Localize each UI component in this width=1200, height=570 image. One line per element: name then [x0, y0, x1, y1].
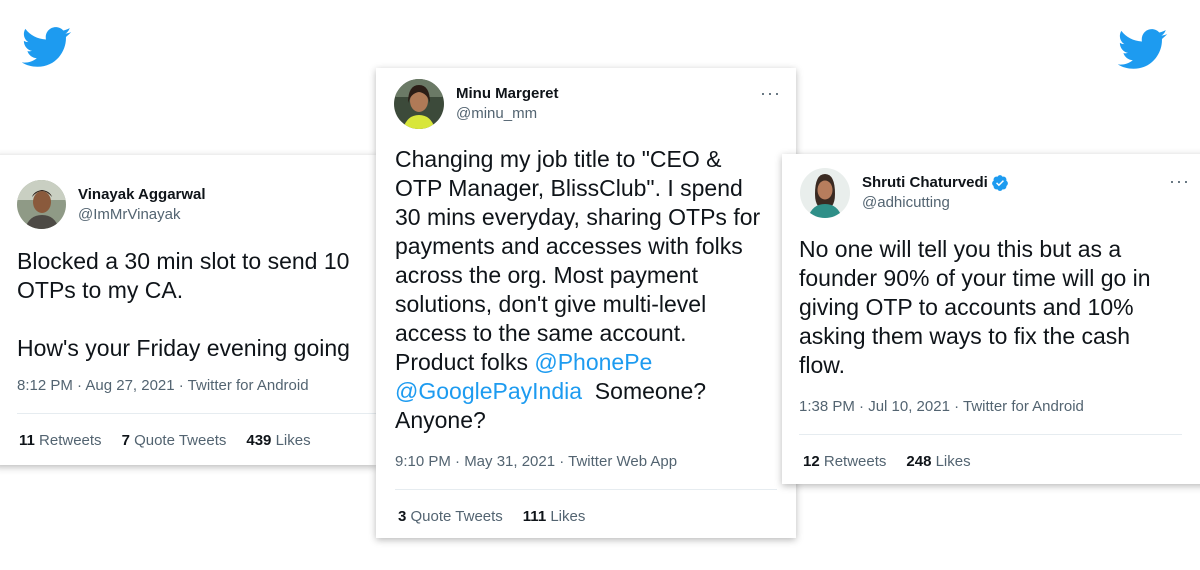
avatar[interactable] [394, 79, 444, 129]
likes-stat[interactable]: 439 Likes [246, 431, 310, 451]
tweet-timestamp[interactable]: 8:12 PM · Aug 27, 2021 · Twitter for And… [17, 376, 309, 396]
tweet-text-line: Anyone? [395, 407, 486, 433]
avatar[interactable] [17, 180, 66, 229]
tweet-card-vinayak[interactable]: Vinayak Aggarwal @ImMrVinayak Blocked a … [0, 155, 377, 465]
quote-tweets-count: 7 [121, 432, 130, 449]
tweet-author: Shruti Chaturvedi @adhicutting [800, 168, 1009, 218]
tweet-text-fragment: Someone? [582, 378, 707, 404]
more-options-icon[interactable]: ··· [760, 84, 781, 102]
tweet-text-line: 30 mins everyday, sharing OTPs for [395, 204, 761, 230]
tweet-timestamp[interactable]: 9:10 PM · May 31, 2021 · Twitter Web App [395, 452, 677, 472]
tweet-text-line: flow. [799, 352, 846, 378]
tweet-text-line: solutions, don't give multi-level [395, 291, 707, 317]
tweet-text-line: How's your Friday evening going [17, 335, 350, 361]
tweet-text-line: OTPs to my CA. [17, 277, 184, 303]
tweet-card-minu[interactable]: Minu Margeret @minu_mm ··· Changing my j… [376, 68, 796, 538]
mention-link[interactable]: @GooglePayIndia [395, 378, 582, 404]
tweet-text: Blocked a 30 min slot to send 10 OTPs to… [17, 247, 350, 363]
divider [799, 434, 1182, 435]
tweet-text-line: asking them ways to fix the cash [799, 323, 1131, 349]
tweet-text-line: OTP Manager, BlissClub". I spend [395, 175, 743, 201]
quote-tweets-count: 3 [398, 508, 407, 525]
divider [395, 489, 777, 490]
tweet-text-line: access to the same account. [395, 320, 687, 346]
user-handle[interactable]: @ImMrVinayak [78, 205, 206, 225]
display-name[interactable]: Minu Margeret [456, 84, 559, 104]
retweets-label: Retweets [823, 453, 887, 470]
likes-label: Likes [550, 508, 586, 525]
likes-stat[interactable]: 248 Likes [906, 452, 970, 472]
twitter-bird-icon [1118, 29, 1168, 71]
tweet-text-line: across the org. Most payment [395, 262, 698, 288]
display-name[interactable]: Vinayak Aggarwal [78, 185, 206, 205]
tweet-text-line: @GooglePayIndia Someone? [395, 377, 760, 406]
verified-badge-icon [991, 174, 1009, 192]
tweet-timestamp[interactable]: 1:38 PM · Jul 10, 2021 · Twitter for And… [799, 397, 1084, 417]
retweets-count: 11 [19, 432, 35, 449]
retweets-stat[interactable]: 11 Retweets [19, 431, 102, 451]
mention-link[interactable]: @PhonePe [534, 349, 652, 375]
twitter-bird-icon [22, 27, 72, 69]
tweet-text-line: Blocked a 30 min slot to send 10 [17, 248, 350, 274]
display-name[interactable]: Shruti Chaturvedi [862, 173, 1009, 193]
tweet-text-line: Changing my job title to "CEO & [395, 146, 722, 172]
likes-count: 248 [906, 453, 932, 470]
likes-count: 111 [522, 508, 547, 525]
tweet-text-line: No one will tell you this but as a [799, 236, 1122, 262]
retweets-stat[interactable]: 12 Retweets [803, 452, 886, 472]
tweet-text-line: Product folks @PhonePe [395, 348, 760, 377]
retweets-count: 12 [803, 453, 820, 470]
user-handle[interactable]: @minu_mm [456, 104, 559, 124]
likes-count: 439 [246, 432, 272, 449]
tweet-card-shruti[interactable]: Shruti Chaturvedi @adhicutting ··· No on… [782, 154, 1200, 484]
quote-tweets-label: Quote Tweets [410, 508, 503, 525]
likes-stat[interactable]: 111 Likes [523, 507, 586, 527]
avatar[interactable] [800, 168, 850, 218]
tweet-text-fragment: Product folks [395, 349, 535, 375]
tweet-author: Minu Margeret @minu_mm [394, 79, 559, 129]
more-options-icon[interactable]: ··· [1169, 172, 1190, 190]
retweets-label: Retweets [39, 432, 102, 449]
user-handle[interactable]: @adhicutting [862, 193, 1009, 213]
quote-tweets-stat[interactable]: 7 Quote Tweets [122, 431, 227, 451]
tweet-text-line: giving OTP to accounts and 10% [799, 294, 1134, 320]
tweet-stats: 12 Retweets 248 Likes [803, 452, 991, 472]
likes-label: Likes [935, 453, 971, 470]
display-name-text: Shruti Chaturvedi [862, 174, 988, 191]
tweet-text-line: payments and accesses with folks [395, 233, 743, 259]
quote-tweets-label: Quote Tweets [134, 432, 227, 449]
tweet-text: No one will tell you this but as a found… [799, 235, 1151, 380]
tweet-text-line: founder 90% of your time will go in [799, 265, 1151, 291]
tweet-stats: 11 Retweets 7 Quote Tweets 439 Likes [19, 431, 331, 451]
quote-tweets-stat[interactable]: 3 Quote Tweets [398, 507, 503, 527]
tweet-text: Changing my job title to "CEO & OTP Mana… [395, 145, 760, 435]
tweet-author: Vinayak Aggarwal @ImMrVinayak [17, 180, 206, 229]
likes-label: Likes [275, 432, 311, 449]
divider [17, 413, 377, 414]
tweet-stats: 3 Quote Tweets 111 Likes [398, 507, 605, 527]
